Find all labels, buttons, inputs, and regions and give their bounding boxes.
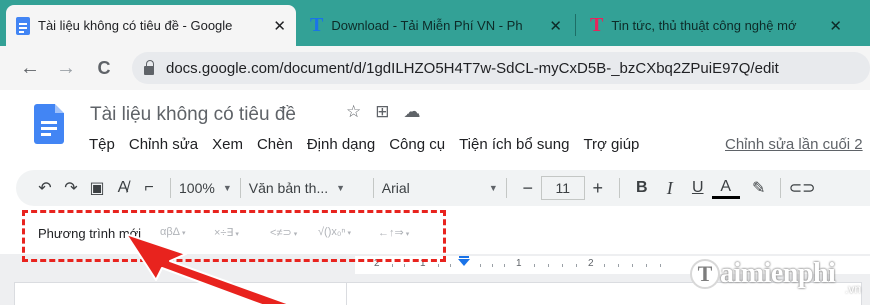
print-icon[interactable]: ▣: [84, 178, 110, 198]
spellcheck-icon[interactable]: A̸: [110, 179, 136, 197]
ruler-tick: [576, 264, 577, 267]
toolbar-divider: [170, 178, 171, 198]
font-value: Arial: [381, 180, 410, 196]
browser-tab-news[interactable]: T Tin tức, thủ thuật công nghệ mớ ✕: [580, 5, 852, 46]
redo-icon[interactable]: ↷: [58, 178, 84, 198]
ruler-number: 1: [516, 258, 522, 269]
taimienphi-watermark: T aimienphi .vn: [690, 258, 861, 296]
ruler-tick: [438, 264, 439, 267]
highlight-color-icon[interactable]: ✎: [746, 178, 772, 198]
tab-title: Tài liệu không có tiêu đề - Google: [38, 18, 233, 33]
toolbar-divider: [779, 178, 781, 198]
caret-down-icon: ▼: [488, 183, 498, 193]
cloud-status-icon[interactable]: ☁: [404, 102, 421, 122]
tab-title: Download - Tải Miễn Phí VN - Ph: [331, 18, 523, 33]
close-icon[interactable]: ✕: [273, 17, 286, 35]
left-indent-marker[interactable]: [458, 259, 470, 266]
bold-button[interactable]: B: [628, 179, 656, 197]
page-margin-guide: [346, 282, 347, 305]
browser-tab-docs[interactable]: Tài liệu không có tiêu đề - Google ✕: [6, 5, 296, 46]
docs-header: Tài liệu không có tiêu đề ☆ ⊞ ☁ Tệp Chỉn…: [0, 90, 870, 168]
url-field[interactable]: docs.google.com/document/d/1gdILHZO5H4T7…: [132, 52, 870, 84]
ruler-tick: [632, 264, 633, 267]
forward-arrow-icon[interactable]: →: [52, 54, 80, 82]
lock-icon: [144, 59, 154, 75]
ruler-number: 2: [588, 258, 594, 269]
toolbar-divider: [239, 178, 241, 198]
watermark-tld: .vn: [845, 282, 862, 296]
ruler-tick: [660, 264, 661, 267]
zoom-value: 100%: [179, 180, 215, 196]
font-select[interactable]: Arial ▼: [382, 180, 498, 196]
equation-toolbar-highlight: [22, 210, 446, 262]
paragraph-style-value: Văn bản th...: [248, 180, 329, 196]
font-size-input[interactable]: 11: [540, 176, 585, 200]
ruler-tick: [450, 264, 451, 267]
underline-button[interactable]: U: [684, 179, 712, 197]
browser-tab-strip: Tài liệu không có tiêu đề - Google ✕ T D…: [0, 0, 870, 46]
watermark-initial: T: [690, 259, 720, 289]
menu-insert[interactable]: Chèn: [250, 136, 300, 153]
ruler-tick: [392, 264, 393, 267]
insert-link-icon[interactable]: ⊂⊃: [789, 178, 816, 198]
ruler-tick: [618, 264, 619, 267]
document-title[interactable]: Tài liệu không có tiêu đề: [90, 104, 296, 126]
italic-button[interactable]: I: [656, 178, 684, 199]
decrease-font-size-button[interactable]: −: [515, 178, 541, 199]
zoom-select[interactable]: 100% ▼: [179, 180, 232, 196]
ruler-tick: [404, 264, 405, 267]
ruler-tick: [604, 264, 605, 267]
caret-down-icon: ▼: [222, 183, 232, 193]
last-edit-link[interactable]: Chỉnh sửa lần cuối 2: [725, 136, 863, 153]
taimienphi-red-t-icon: T: [590, 14, 604, 36]
first-line-indent-marker[interactable]: [459, 256, 469, 258]
close-icon[interactable]: ✕: [829, 17, 842, 35]
url-text: docs.google.com/document/d/1gdILHZO5H4T7…: [166, 59, 779, 77]
ruler-tick: [504, 264, 505, 267]
ruler-tick: [562, 264, 563, 267]
menu-help[interactable]: Trợ giúp: [576, 136, 646, 153]
paint-format-icon[interactable]: ⌐: [136, 179, 162, 197]
increase-font-size-button[interactable]: +: [585, 178, 611, 199]
taimienphi-t-icon: T: [310, 14, 324, 36]
browser-tab-download[interactable]: T Download - Tải Miễn Phí VN - Ph ✕: [300, 5, 572, 46]
menu-addons[interactable]: Tiện ích bổ sung: [452, 136, 576, 153]
ruler-tick: [548, 264, 549, 267]
ruler-tick: [534, 264, 535, 267]
ruler-tick: [646, 264, 647, 267]
google-docs-logo-icon[interactable]: [34, 104, 64, 144]
ruler-tick: [492, 264, 493, 267]
toolbar-divider: [372, 178, 374, 198]
formatting-toolbar: ↶ ↷ ▣ A̸ ⌐ 100% ▼ Văn bản th... ▼ Arial …: [16, 170, 870, 206]
title-icons: ☆ ⊞ ☁: [346, 102, 421, 122]
menu-tools[interactable]: Công cụ: [382, 136, 452, 153]
menu-view[interactable]: Xem: [205, 136, 250, 153]
google-docs-icon: [16, 16, 30, 35]
back-arrow-icon[interactable]: ←: [16, 54, 44, 82]
ruler-tick: [480, 264, 481, 267]
browser-address-bar: ← → C docs.google.com/document/d/1gdILHZ…: [0, 46, 870, 90]
watermark-brand: aimienphi: [720, 258, 836, 289]
move-to-folder-icon[interactable]: ⊞: [375, 102, 389, 122]
toolbar-divider: [505, 178, 507, 198]
menu-edit[interactable]: Chỉnh sửa: [122, 136, 205, 153]
text-color-button[interactable]: A: [711, 178, 740, 199]
toolbar-divider: [618, 178, 620, 198]
reload-icon[interactable]: C: [90, 54, 118, 82]
tab-title: Tin tức, thủ thuật công nghệ mớ: [611, 18, 797, 33]
undo-icon[interactable]: ↶: [32, 178, 58, 198]
close-icon[interactable]: ✕: [549, 17, 562, 35]
caret-down-icon: ▼: [336, 183, 346, 193]
menu-format[interactable]: Định dạng: [300, 136, 382, 153]
paragraph-style-select[interactable]: Văn bản th... ▼: [249, 180, 365, 196]
menu-bar: Tệp Chỉnh sửa Xem Chèn Định dạng Công cụ…: [82, 136, 646, 153]
star-icon[interactable]: ☆: [346, 102, 361, 122]
menu-file[interactable]: Tệp: [82, 136, 122, 153]
tab-divider: [575, 14, 576, 36]
